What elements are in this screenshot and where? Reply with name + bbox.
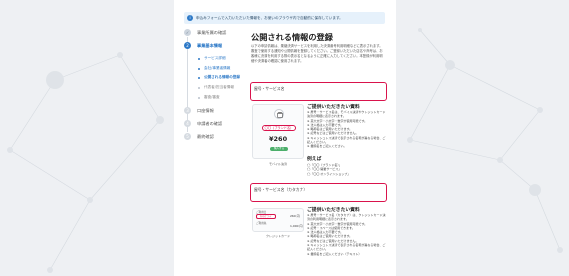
substep-dot (198, 76, 200, 79)
credit-preview-card: ご利用日 ﾏﾙﾏﾙﾌﾞﾗﾝﾄﾞ 260 円 ご利用先 1,000 円 (252, 208, 304, 232)
substep-dot (198, 57, 200, 60)
step-1[interactable]: ✓ 事業所属の確認 (184, 29, 226, 36)
substep-dot (198, 67, 200, 70)
preview-amount: 260 円 (290, 214, 300, 218)
page-title: 公開される情報の登録 (251, 32, 333, 42)
examples-list: ◯「〇〇（プランド名）」 ◯「〇〇 開業サービス」 ◯「〇〇 オンラインショップ… (307, 163, 387, 176)
examples-title: 例えば (307, 157, 322, 162)
preview-kana-name: ﾏﾙﾏﾙﾌﾞﾗﾝﾄﾞ (256, 214, 276, 219)
substep-representative[interactable]: 代表者/担当者情報 (198, 85, 234, 90)
substep-label: 審査/審査 (204, 95, 220, 99)
step-label: 事業所属の確認 (197, 29, 227, 35)
list-item: ※ 業態名をご記入ください（テキスト） (307, 251, 362, 256)
step-number: 3 (184, 107, 191, 114)
business-name-input[interactable]: 屋号・サービス名 (250, 82, 387, 101)
substep-dot (198, 86, 200, 89)
step-number: 5 (184, 133, 191, 140)
guide-title: ご提供いただきたい資料 (307, 208, 360, 213)
preview-brand-name: 〇〇（プランド名） (262, 125, 296, 131)
step-5[interactable]: 5 最終確認 (184, 133, 214, 140)
substep-service-detail[interactable]: サービス詳細 (198, 56, 226, 61)
step-label: 事業基本情報 (197, 42, 223, 48)
step-4[interactable]: 4 申請者の確認 (184, 120, 222, 127)
list-item: ※ 業態名をご記入ください。 (307, 144, 347, 149)
business-name-label: 屋号・サービス名 (254, 86, 285, 91)
step-label: 口座情報 (197, 107, 214, 113)
check-icon: ✓ (184, 29, 191, 36)
substep-review[interactable]: 審査/審査 (198, 95, 220, 100)
notice-text: 申込みフォームで入力いただいた情報を、お使いのブラウザ内で自動的に保存しています… (196, 15, 343, 20)
substep-label: 会社/事業者情報 (204, 66, 231, 70)
stepper-line (187, 37, 188, 132)
preview-caption: モバイル決済 (268, 162, 287, 166)
substep-dot (198, 96, 200, 99)
step-label: 申請者の確認 (197, 120, 223, 126)
preview-pay-button: 購入する (270, 147, 288, 151)
list-item: ※ キャッシュレス決済で表示される名称が異なる場合、ご記入ください。 (307, 243, 386, 252)
list-item: ※ 屋号・サービス名は、モバイル決済やクレジットカード決済の明細に表示されます。 (307, 110, 386, 119)
autosave-notice: i 申込みフォームで入力いただいた情報を、お使いのブラウザ内で自動的に保存してい… (184, 12, 385, 24)
step-label: 最終確認 (197, 133, 214, 139)
preview-row-label: ご利用先 (256, 222, 267, 225)
substep-company-info[interactable]: 会社/事業者情報 (198, 66, 230, 71)
mobile-preview-card: 〇〇（プランド名） ¥260 購入する (252, 104, 304, 159)
substep-label: 公開される情報の登録 (204, 75, 240, 79)
step-2[interactable]: 2 事業基本情報 (184, 42, 222, 49)
info-icon: i (187, 15, 193, 21)
step-number: 4 (184, 120, 191, 127)
preview-price: ¥260 (269, 135, 288, 143)
guide-list: ※ 屋号・サービス名は、モバイル決済やクレジットカード決済の明細に表示されます。… (307, 110, 387, 149)
list-item: ※ 屋号・サービス名（カタカナ）は、クレジットカード決済の利用明細に表示されます… (307, 213, 386, 222)
step-number: 2 (184, 42, 191, 49)
guide-list: ※ 屋号・サービス名（カタカナ）は、クレジットカード決済の利用明細に表示されます… (307, 213, 387, 256)
list-item: ◯「〇〇 オンラインショップ」 (307, 171, 351, 176)
substep-public-info[interactable]: 公開される情報の登録 (198, 75, 240, 80)
substep-label: サービス詳細 (204, 56, 226, 60)
intro-text: 以下の申請情報は、乗継決済サービスを利用した決済番号利用明細などに表示されます。… (251, 44, 383, 63)
store-icon (274, 109, 284, 119)
preview-caption: クレジットカード (265, 234, 290, 238)
business-name-kana-input[interactable]: 屋号・サービス名（カタカナ） (250, 183, 387, 202)
substep-label: 代表者/担当者情報 (204, 85, 234, 89)
preview-amount: 1,000 円 (290, 224, 303, 228)
step-3[interactable]: 3 口座情報 (184, 107, 214, 114)
business-name-kana-label: 屋号・サービス名（カタカナ） (254, 187, 308, 192)
guide-title: ご提供いただきたい資料 (307, 105, 360, 110)
